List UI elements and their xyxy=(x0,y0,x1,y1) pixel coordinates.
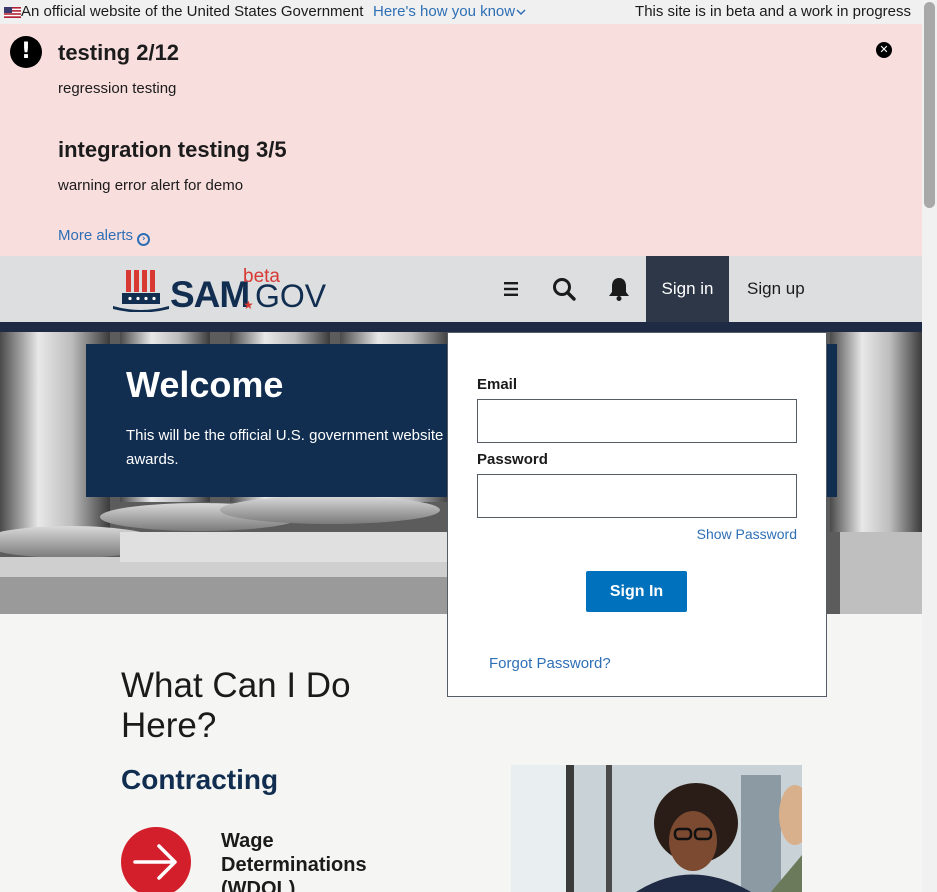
header-divider xyxy=(0,322,922,332)
sign-up-link[interactable]: Sign up xyxy=(747,256,805,322)
what-can-i-do-heading: What Can I Do Here? xyxy=(121,666,351,745)
alert-title: testing 2/12 xyxy=(58,40,180,65)
chevron-down-icon xyxy=(516,9,526,16)
exclamation-icon: ! xyxy=(10,36,42,68)
us-flag-icon xyxy=(4,7,21,18)
how-you-know-label: Here's how you know xyxy=(373,3,516,20)
arrow-right-icon xyxy=(133,844,177,880)
email-label: Email xyxy=(477,376,518,393)
arrow-right-circle-icon: › xyxy=(137,233,151,246)
official-website-text: An official website of the United States… xyxy=(21,3,364,20)
welcome-text: This will be the official U.S. governmen… xyxy=(126,427,444,468)
alert-title: integration testing 3/5 xyxy=(58,137,287,162)
alert-body: regression testing xyxy=(58,80,177,97)
sam-gov-logo[interactable]: SAM ★ beta GOV xyxy=(112,266,326,315)
scrollbar-thumb[interactable] xyxy=(924,2,935,208)
contracting-heading: Contracting xyxy=(121,764,279,795)
wage-determinations-button[interactable] xyxy=(121,827,191,892)
alert-body: warning error alert for demo xyxy=(58,177,244,194)
hat-icon xyxy=(113,270,169,312)
close-icon[interactable]: ✕ xyxy=(876,42,892,58)
people-photo xyxy=(511,765,802,892)
logo-gov-text: GOV xyxy=(255,278,327,314)
wage-determinations-title[interactable]: Wage Determinations (WDOL) xyxy=(221,829,411,892)
more-alerts-link[interactable]: More alerts › xyxy=(58,227,151,246)
how-you-know-link[interactable]: Here's how you know xyxy=(373,0,526,24)
bell-icon[interactable] xyxy=(606,276,632,302)
site-header: SAM ★ beta GOV Sign in Sign up xyxy=(0,256,922,322)
sign-in-button[interactable]: Sign In xyxy=(586,571,687,612)
page-scrollbar[interactable] xyxy=(922,0,937,892)
password-label: Password xyxy=(477,451,548,468)
password-field[interactable] xyxy=(477,474,797,518)
alerts-panel: ! ✕ testing 2/12 regression testing inte… xyxy=(0,24,922,256)
more-alerts-label: More alerts xyxy=(58,227,134,244)
welcome-title: Welcome xyxy=(126,364,284,405)
star-icon: ★ xyxy=(243,298,254,312)
gov-banner: An official website of the United States… xyxy=(0,0,922,24)
menu-icon[interactable] xyxy=(498,276,524,302)
email-field[interactable] xyxy=(477,399,797,443)
sign-in-tab[interactable]: Sign in xyxy=(646,256,729,322)
search-icon[interactable] xyxy=(551,276,577,302)
beta-notice: This site is in beta and a work in progr… xyxy=(635,3,911,20)
people-image xyxy=(511,765,802,892)
forgot-password-link[interactable]: Forgot Password? xyxy=(489,655,611,672)
show-password-link[interactable]: Show Password xyxy=(697,526,797,542)
logo-sam-text: SAM xyxy=(170,274,250,315)
sign-in-dropdown: Email Password Show Password Sign In For… xyxy=(447,332,827,697)
